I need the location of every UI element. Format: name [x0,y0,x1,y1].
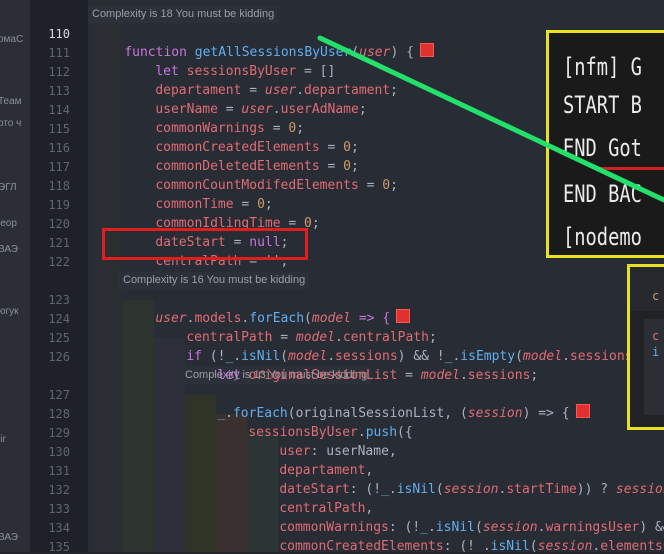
pointer-arrow [317,35,664,203]
arrow-line [317,35,664,203]
